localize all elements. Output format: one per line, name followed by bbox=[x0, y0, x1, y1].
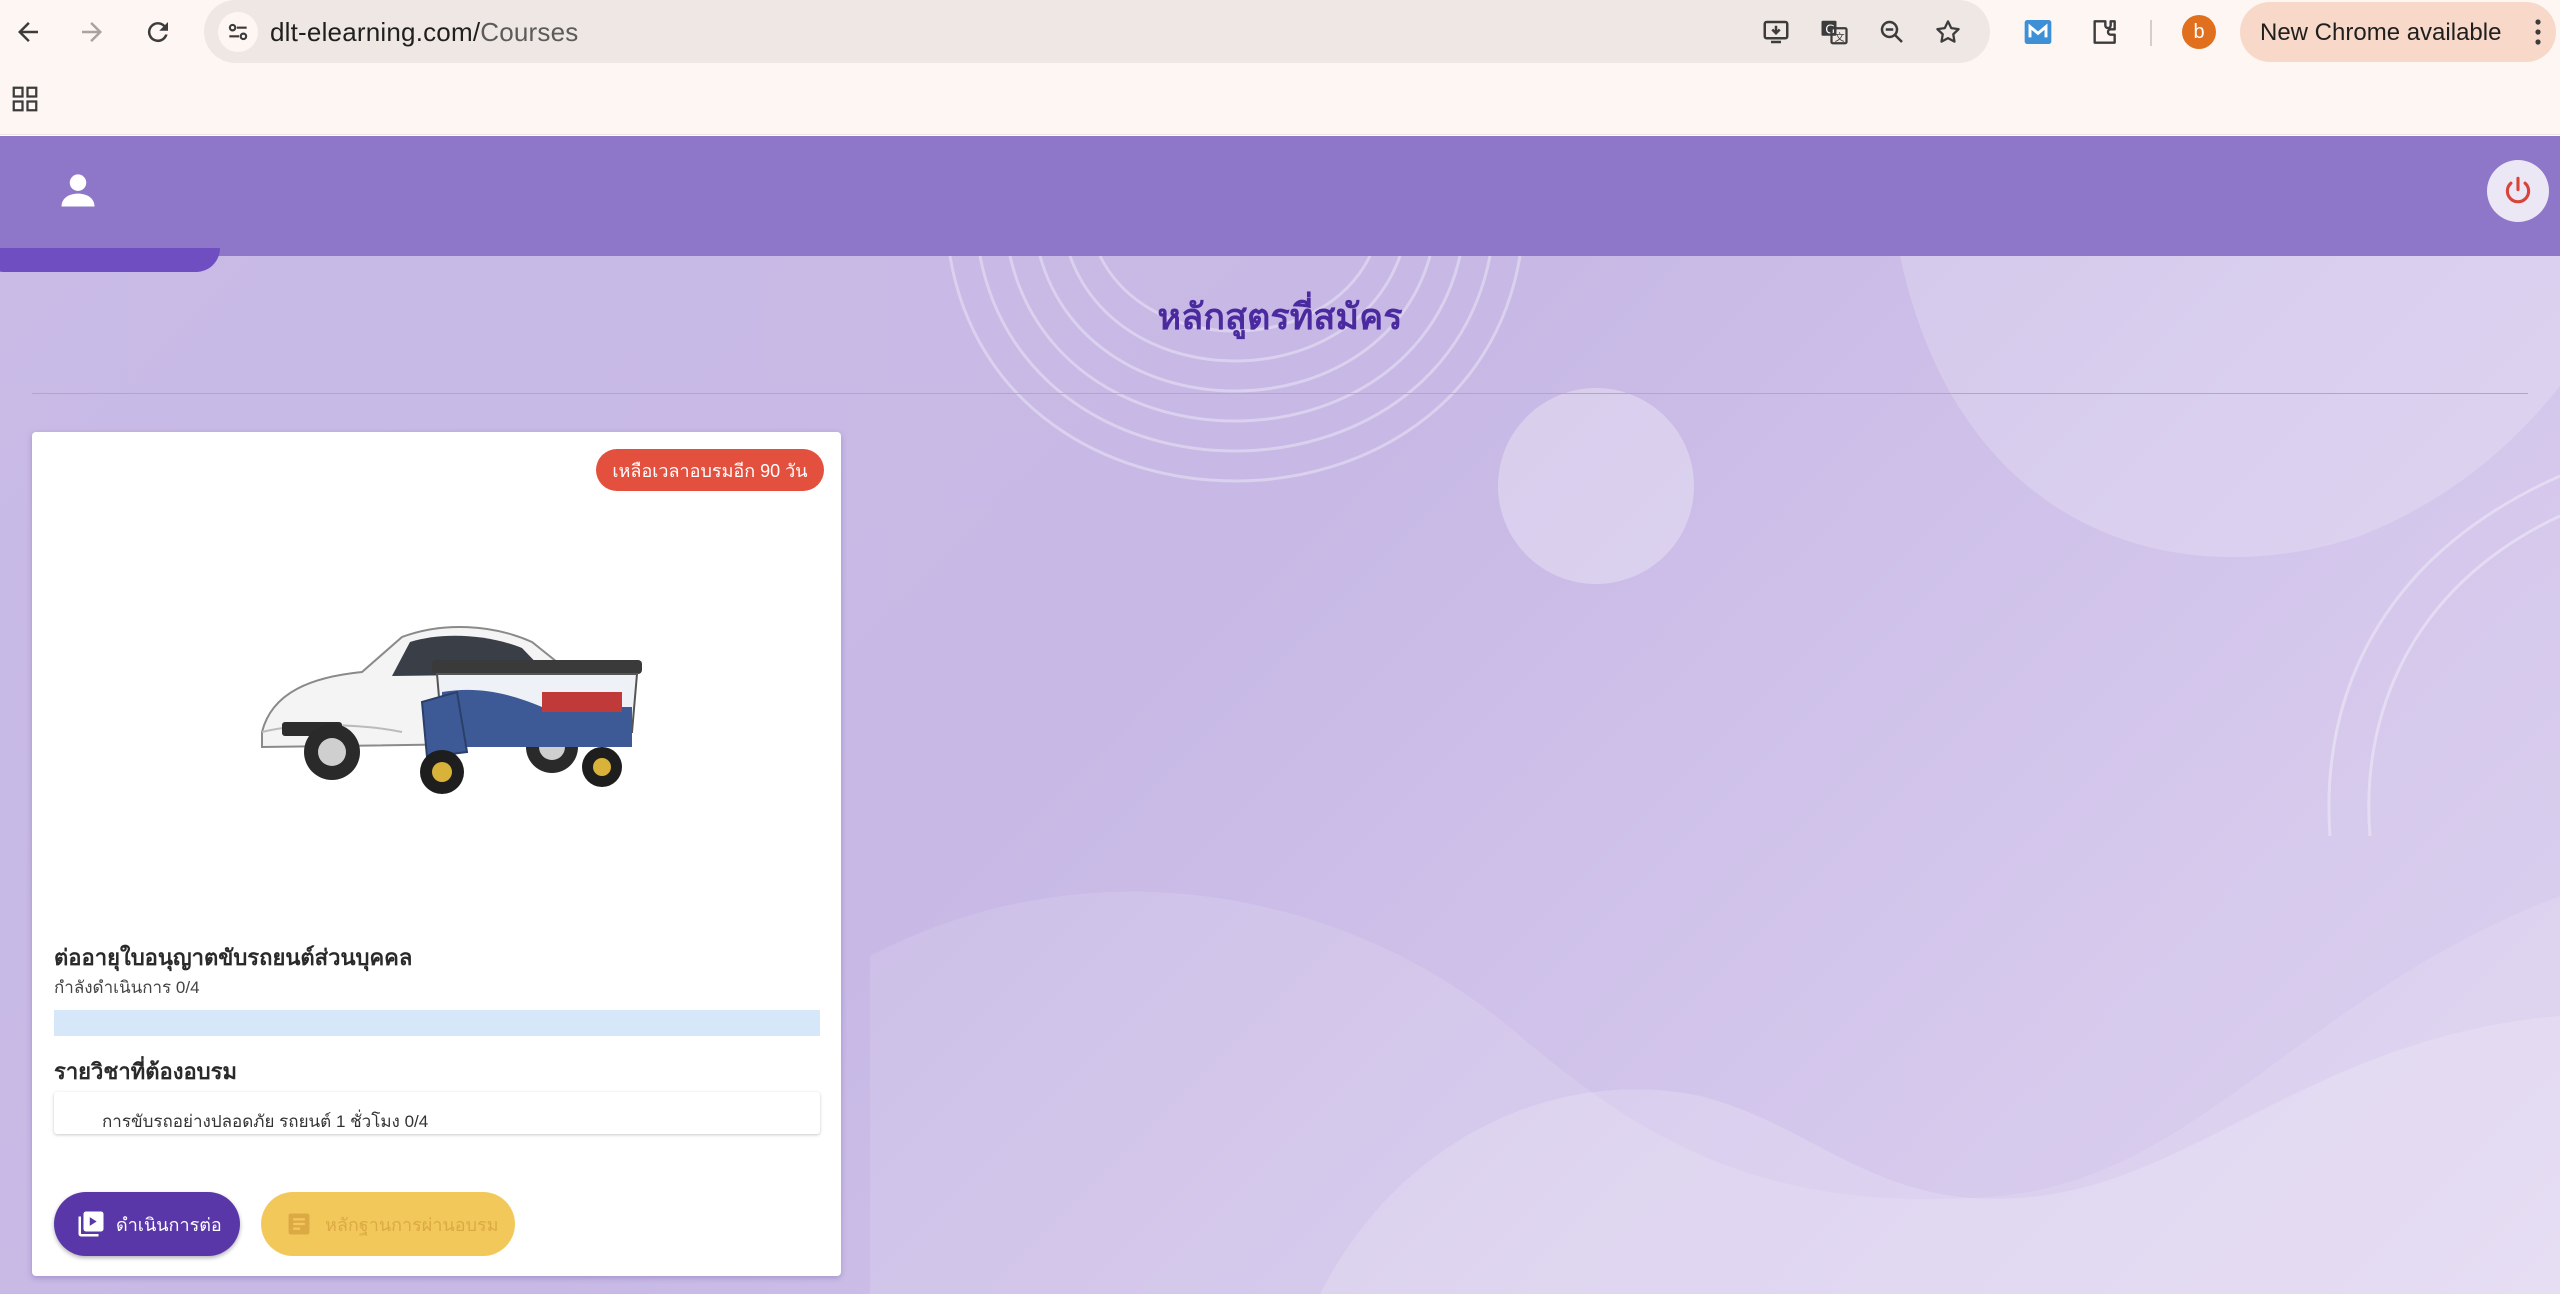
title-divider bbox=[32, 393, 2528, 394]
svg-text:文: 文 bbox=[1835, 31, 1845, 44]
menu-tab[interactable] bbox=[0, 248, 220, 272]
extensions-icon[interactable] bbox=[2086, 14, 2122, 50]
apps-grid-icon[interactable] bbox=[10, 84, 40, 114]
document-icon bbox=[288, 1213, 310, 1235]
continue-button[interactable]: ดำเนินการต่อ bbox=[54, 1192, 240, 1256]
profile-avatar[interactable]: b bbox=[2182, 15, 2216, 49]
reload-icon[interactable] bbox=[138, 12, 178, 52]
page-title: หลักสูตรที่สมัคร bbox=[1157, 296, 1403, 337]
forward-icon[interactable] bbox=[72, 12, 112, 52]
tuktuk-illustration bbox=[420, 660, 642, 794]
toolbar-separator bbox=[2150, 20, 2152, 46]
update-label: New Chrome available bbox=[2260, 19, 2502, 46]
certificate-label: หลักฐานการผ่านอบรม bbox=[325, 1214, 499, 1235]
url-path: Courses bbox=[480, 17, 579, 47]
course-progress-bar bbox=[54, 1010, 820, 1036]
site-info-icon[interactable] bbox=[218, 12, 258, 52]
extension-m-icon[interactable] bbox=[2020, 14, 2056, 50]
subject-label: การขับรถอย่างปลอดภัย รถยนต์ 1 ชั่วโมง 0/… bbox=[102, 1112, 429, 1131]
url-text[interactable]: dlt-elearning.com/Courses bbox=[270, 17, 578, 48]
course-card: เหลือเวลาอบรมอีก 90 วัน ต่ออายุใบอนุญาตข… bbox=[32, 432, 841, 1276]
continue-label: ดำเนินการต่อ bbox=[116, 1214, 222, 1235]
translate-icon[interactable]: G文 bbox=[1816, 14, 1852, 50]
bookmarks-bar bbox=[0, 64, 2560, 135]
page-content: หลักสูตรที่สมัคร เหลือเวลาอบรมอีก 90 วัน bbox=[0, 136, 2560, 1294]
address-bar[interactable]: dlt-elearning.com/Courses G文 bbox=[204, 0, 1990, 63]
subjects-title: รายวิชาที่ต้องอบรม bbox=[54, 1059, 237, 1084]
back-icon[interactable] bbox=[8, 12, 48, 52]
zoom-icon[interactable] bbox=[1874, 14, 1910, 50]
star-icon[interactable] bbox=[1930, 14, 1966, 50]
video-library-icon bbox=[78, 1211, 104, 1237]
app-header bbox=[0, 136, 2560, 256]
logout-button[interactable] bbox=[2487, 160, 2549, 222]
more-icon[interactable] bbox=[2534, 18, 2542, 46]
certificate-button[interactable]: หลักฐานการผ่านอบรม bbox=[261, 1192, 515, 1256]
browser-toolbar: dlt-elearning.com/Courses G文 b New Chrom… bbox=[0, 0, 2560, 64]
install-icon[interactable] bbox=[1758, 14, 1794, 50]
update-chrome-button[interactable]: New Chrome available bbox=[2240, 2, 2556, 62]
course-progress-text: กำลังดำเนินการ 0/4 bbox=[54, 978, 200, 997]
course-image bbox=[261, 626, 642, 794]
url-host: dlt-elearning.com/ bbox=[270, 17, 481, 47]
user-icon[interactable] bbox=[56, 168, 100, 212]
power-icon bbox=[2505, 176, 2531, 204]
subject-item[interactable]: การขับรถอย่างปลอดภัย รถยนต์ 1 ชั่วโมง 0/… bbox=[54, 1092, 820, 1134]
course-title: ต่ออายุใบอนุญาตขับรถยนต์ส่วนบุคคล bbox=[54, 945, 413, 970]
remaining-time-badge: เหลือเวลาอบรมอีก 90 วัน bbox=[596, 449, 824, 491]
